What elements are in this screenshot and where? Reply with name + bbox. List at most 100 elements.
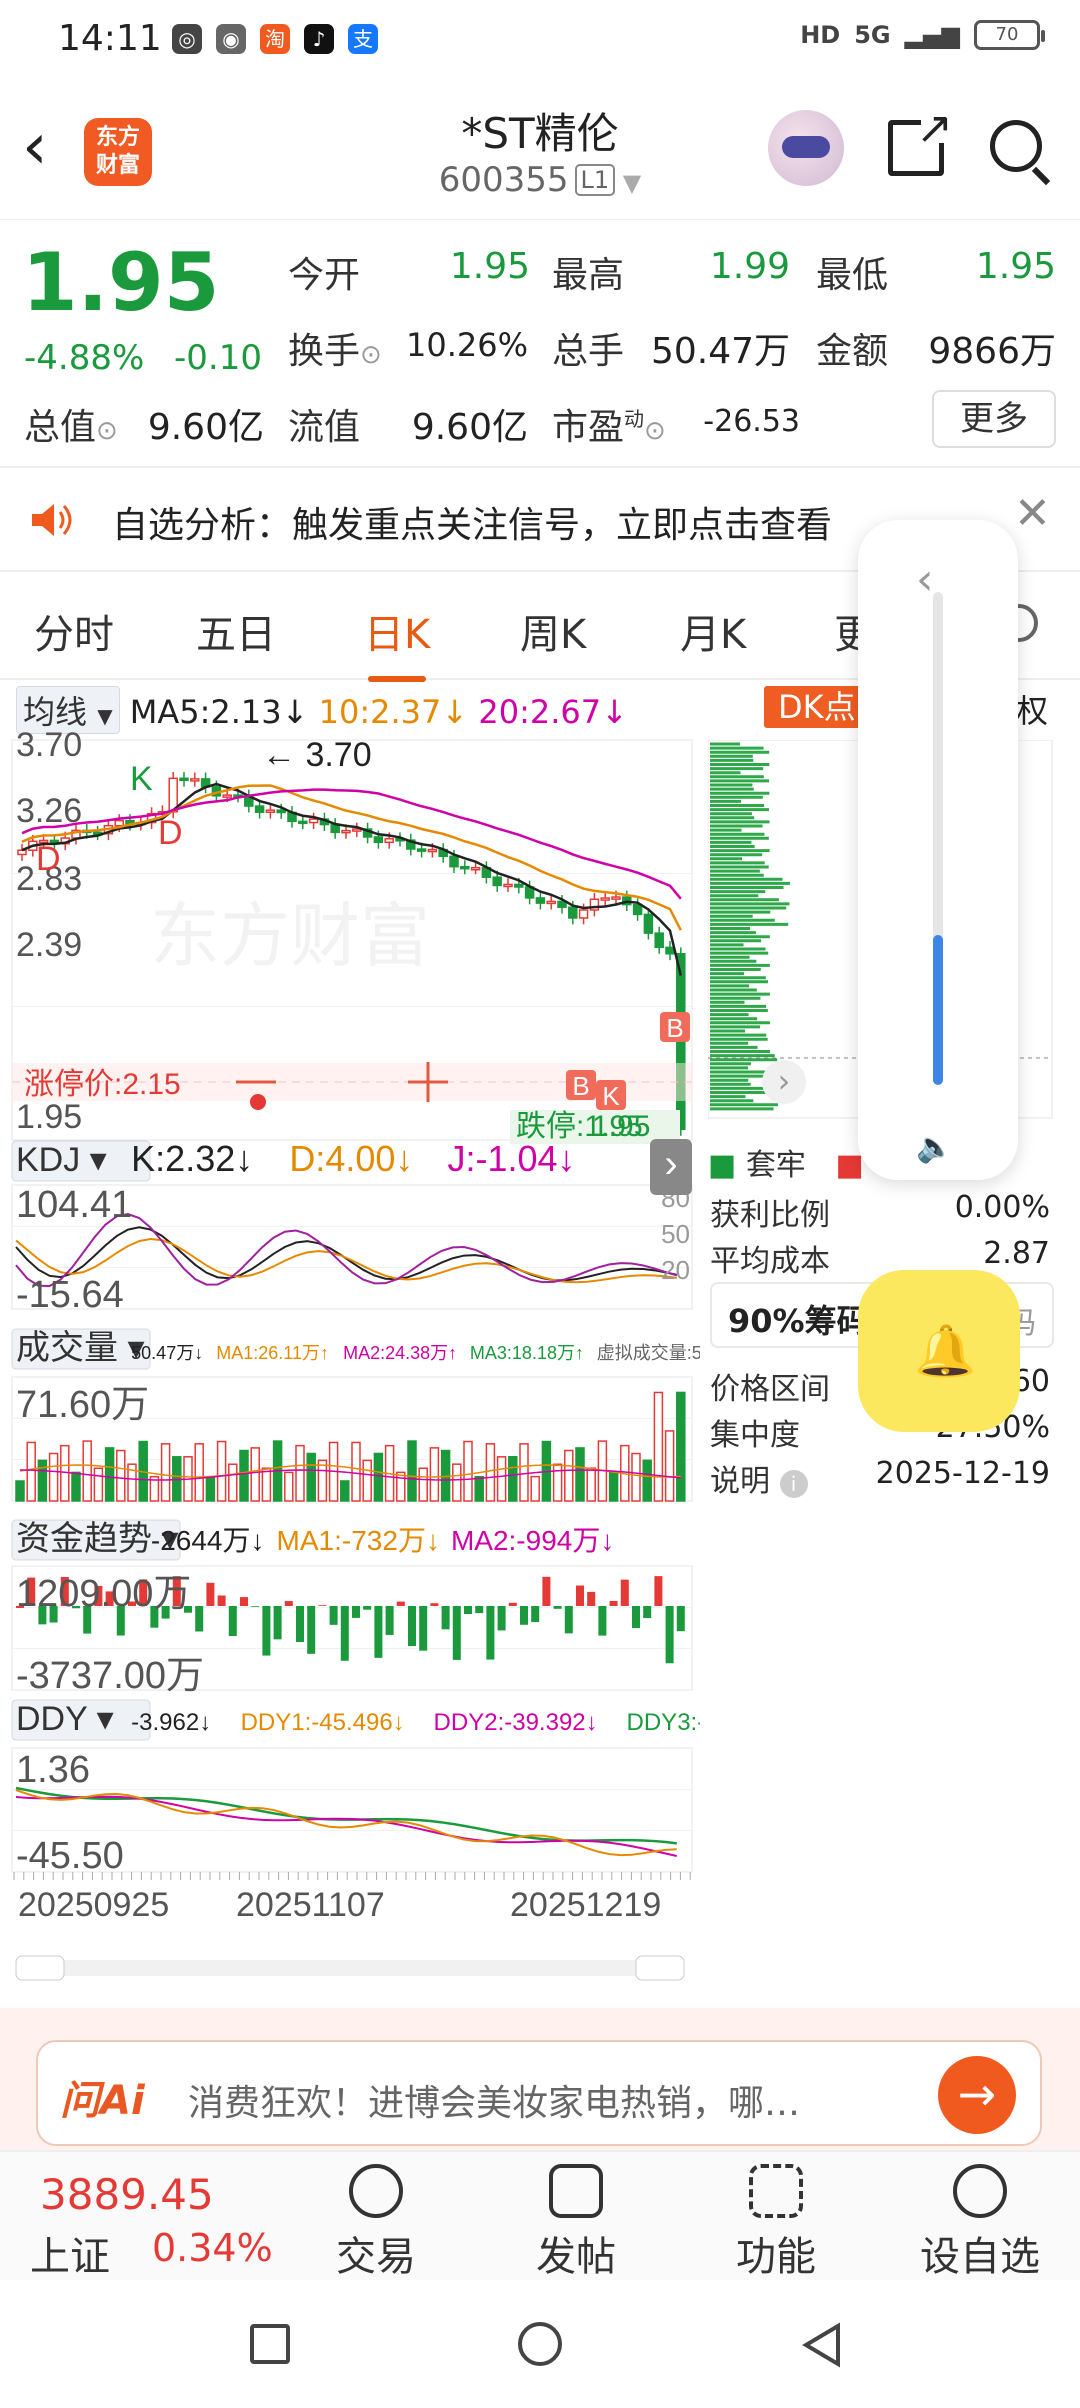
limit-down-value: 1.95 [592,1110,650,1143]
kdj-legend: KDJ ▾ K:2.32↓ D:4.00↓ J:-1.04↓ [11,1138,576,1182]
candle [416,848,427,852]
fund-bar [654,1576,663,1606]
fund-bar [296,1606,304,1643]
info-icon: ⊙ [360,340,382,370]
bottom-toolbar: 3889.45 上证 0.34% 交易 发帖 功能 设自选 [0,2150,1080,2280]
kdj-top: 104.41 [16,1184,132,1226]
indicator-text: DDY2:-39.392↓ [434,1709,598,1736]
alert-bell-button[interactable]: 🔔 [858,1270,1020,1432]
indicator-text: MA1:26.11万↑ [216,1343,329,1363]
candle [632,903,643,916]
profit-value: 0.00% [954,1190,1050,1225]
tab-five-day[interactable]: 五日 [196,602,276,660]
signal-badge-label: B [666,1013,683,1043]
open-label: 今开 [288,255,361,296]
more-icon [953,2164,1007,2218]
share-icon[interactable] [888,103,953,176]
speaker-icon[interactable]: 🔈 [916,1130,953,1165]
fund-bar [486,1606,495,1660]
concentration-label: 集中度 [710,1418,800,1453]
chip90-tab[interactable]: 90%筹码 [728,1296,869,1342]
volume-bar [239,1449,249,1502]
more-button[interactable]: 更多 [932,390,1056,448]
fund-bar [620,1579,629,1606]
candle [449,855,459,868]
fund-bar [632,1606,640,1629]
price-tick: 3.70 [16,730,82,764]
volume-level [933,935,943,1085]
volume-bar [71,1471,81,1502]
volume-bar [284,1471,294,1502]
fund-bar [475,1606,484,1614]
tab-intraday[interactable]: 分时 [34,602,114,660]
status-bar: 14:11 ◎ ◉ 淘 ♪ 支 HD 5G ▂▄▆ 70 [0,0,1080,80]
volume-bar [429,1447,440,1502]
function-button[interactable]: 功能 [716,2164,836,2282]
trade-button[interactable]: 交易 [316,2164,436,2282]
fund-top: 1209.00万 [16,1573,191,1615]
candle [276,809,286,814]
chevron-left-icon[interactable]: ‹ [916,554,934,605]
fund-bar [217,1595,226,1606]
high-value: 1.99 [709,246,790,287]
volume-panel[interactable]: ‹ 🔈 [858,520,1018,1180]
fund-bar [464,1606,472,1615]
fund-bar [195,1606,204,1632]
tab-daily-k[interactable]: 日K [364,602,430,682]
volume-bar [530,1475,540,1502]
candle [384,838,394,844]
mktcap-label: 总值⊙ [24,407,118,448]
fund-bar [385,1606,394,1635]
low-label: 最低 [816,255,889,296]
edit-icon [549,2164,603,2218]
info-icon: i [779,1470,808,1498]
volume-bar [407,1440,417,1502]
fq-button[interactable]: 权 [1016,686,1048,732]
search-icon[interactable] [990,120,1042,172]
recent-apps-icon[interactable] [250,2324,290,2364]
candle [643,913,654,934]
fund-bar [273,1606,282,1640]
volume-bar [653,1391,664,1502]
float-value: 9.60亿 [411,407,528,448]
back-nav-icon[interactable] [800,2322,844,2368]
open-value: 1.95 [449,246,530,287]
close-icon[interactable]: ✕ [1014,488,1051,539]
volume-bar [228,1463,238,1502]
kdj-level: 50 [661,1219,690,1249]
volume-bar [317,1459,328,1502]
kdj-level: 20 [661,1255,690,1285]
ma5-value: MA5:2.13↓ [129,693,309,731]
volume-bar [496,1456,507,1502]
tab-weekly-k[interactable]: 周K [520,602,586,660]
volume-bar [160,1443,171,1502]
ai-robot-icon[interactable] [768,110,844,186]
arrow-right-icon[interactable]: → [938,2056,1016,2134]
tab-monthly-k[interactable]: 月K [680,602,746,660]
date-label: 20251107 [236,1886,385,1924]
vol-top: 71.60万 [16,1384,149,1426]
price-tick: 1.95 [16,1098,82,1136]
fund-bar [352,1606,360,1618]
signal-badge-label: K [602,1081,620,1111]
home-icon[interactable] [518,2322,562,2366]
indicator-text: -3.962↓ [131,1709,211,1736]
candle [330,823,340,834]
ma-selector[interactable]: 均线 ▼ [16,686,120,734]
ai-input-bar[interactable]: 问Ai 消费狂欢！进博会美妆家电热销，哪… → [36,2040,1042,2146]
kline-chart[interactable]: 东方财富3.703.262.832.391.95← 3.70KDD涨停价:2.1… [0,730,700,1990]
volume-bar [194,1443,204,1502]
volume-bar [82,1440,92,1502]
fund-bar [340,1606,349,1661]
fund-bar [318,1605,327,1606]
date-label: 20250925 [18,1886,169,1924]
volume-bar [474,1475,484,1502]
post-button[interactable]: 发帖 [516,2164,636,2282]
change-percent: -4.88% [24,338,145,378]
index-value[interactable]: 3889.45 [40,2170,214,2219]
add-watchlist-button[interactable]: 设自选 [910,2164,1050,2282]
turnover-value: 10.26% [405,326,528,364]
note-label[interactable]: 说明 i [710,1456,808,1500]
fund-bar [419,1606,428,1651]
ma10-value: 10:2.37↓ [318,693,469,731]
